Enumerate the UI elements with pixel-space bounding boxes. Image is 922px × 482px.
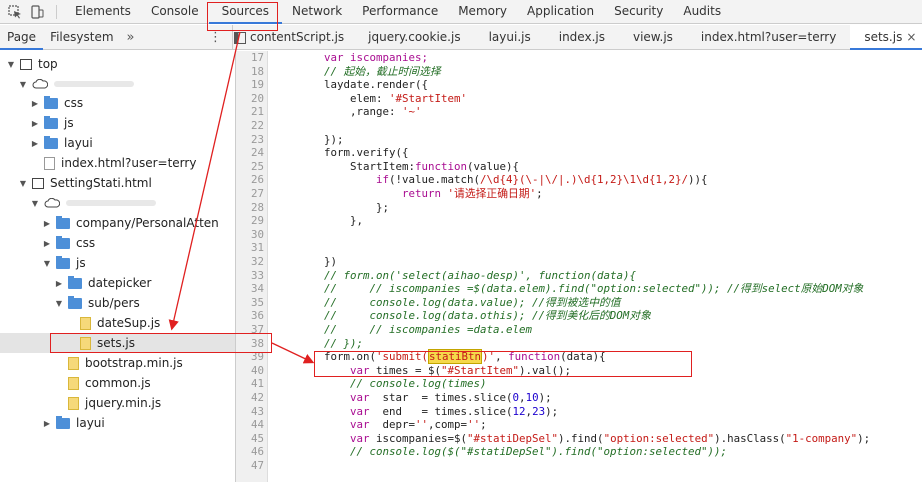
annotation-arrow bbox=[168, 31, 241, 331]
annotation-arrows bbox=[168, 31, 315, 364]
annotation-arrow bbox=[271, 342, 315, 364]
devtools-window: Elements Console Sources Network Perform… bbox=[0, 0, 922, 482]
